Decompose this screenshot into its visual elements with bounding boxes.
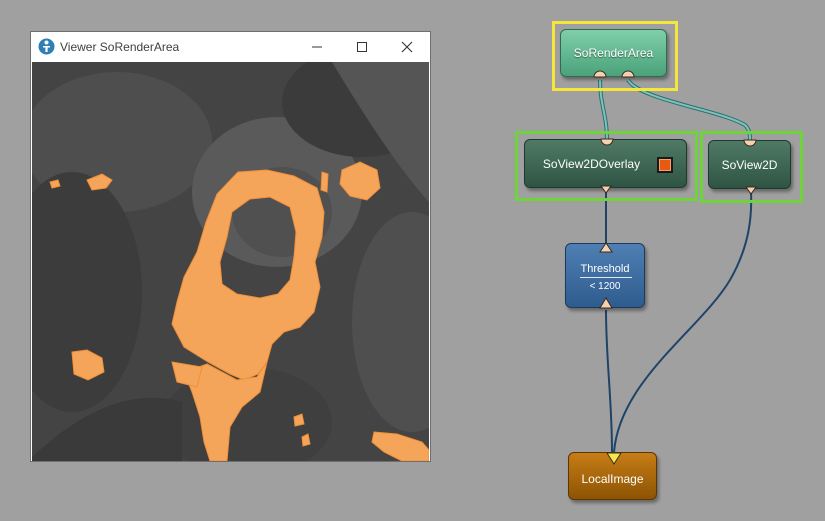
module-ports <box>593 70 757 465</box>
output-port <box>599 297 613 309</box>
input-port <box>743 139 757 147</box>
output-port <box>606 452 622 465</box>
output-port <box>593 70 607 78</box>
input-port <box>599 242 613 253</box>
output-port <box>745 186 757 195</box>
output-port <box>621 70 635 78</box>
output-port <box>600 185 612 194</box>
input-port <box>600 138 614 146</box>
